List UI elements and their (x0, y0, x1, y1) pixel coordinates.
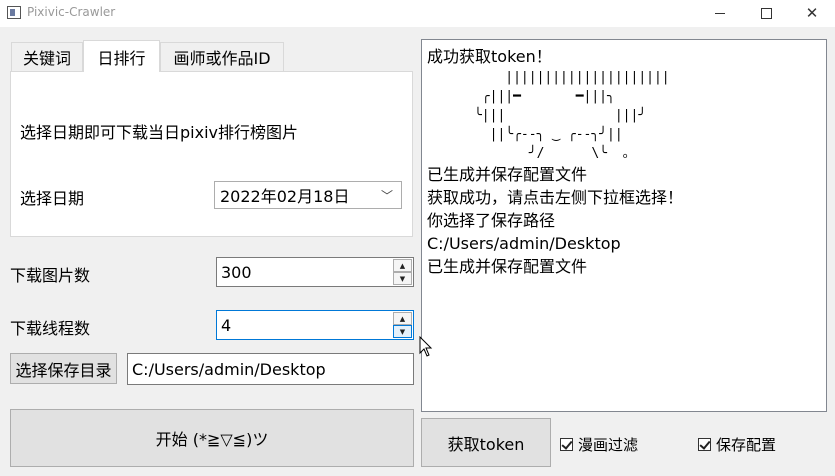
thread-count-label: 下载线程数 (10, 319, 91, 338)
decrement-button[interactable]: ▼ (393, 272, 412, 285)
log-line: 你选择了保存路径 (427, 211, 556, 230)
increment-button[interactable]: ▲ (393, 259, 412, 272)
maximize-button[interactable] (743, 0, 789, 27)
chevron-down-icon: ﹀ (380, 189, 393, 203)
window-title: Pixivic-Crawler (27, 5, 116, 19)
checkbox-checked-icon (560, 438, 573, 451)
log-line: C:/Users/admin/Desktop (427, 234, 621, 253)
tab-daily-ranking[interactable]: 日排行 (83, 40, 160, 72)
increment-button[interactable]: ▲ (393, 312, 412, 325)
manga-filter-checkbox[interactable]: 漫画过滤 (560, 434, 638, 455)
checkbox-checked-icon (698, 438, 711, 451)
maximize-icon (760, 8, 772, 19)
image-count-stepper: ▲ ▼ (393, 259, 412, 285)
save-config-checkbox[interactable]: 保存配置 (698, 434, 776, 455)
save-path-value: C:/Users/admin/Desktop (132, 359, 326, 379)
minimize-icon (715, 13, 725, 14)
log-line: 已生成并保存配置文件 (427, 165, 588, 184)
get-token-button[interactable]: 获取token (421, 418, 551, 467)
minimize-button[interactable] (697, 0, 743, 27)
image-count-value: 300 (221, 262, 252, 282)
ascii-art: ||||||||||||||||||||| ╭|||━ ━|||╮ ╰||| |… (473, 70, 670, 161)
panel-description: 选择日期即可下载当日pixiv排行榜图片 (20, 123, 298, 142)
mouse-cursor-icon (419, 336, 433, 357)
thread-count-spinbox[interactable]: 4 ▲ ▼ (216, 310, 414, 340)
date-label: 选择日期 (20, 189, 85, 208)
log-line: 获取成功，请点击左侧下拉框选择！ (427, 188, 684, 207)
log-line: 已生成并保存配置文件 (427, 257, 588, 276)
image-count-label: 下载图片数 (10, 266, 91, 285)
thread-count-value: 4 (221, 315, 232, 335)
close-icon: ✕ (805, 4, 819, 22)
close-button[interactable]: ✕ (789, 0, 835, 27)
tab-artist-or-work-id[interactable]: 画师或作品ID (160, 42, 284, 71)
choose-save-dir-button[interactable]: 选择保存目录 (10, 353, 117, 384)
decrement-button[interactable]: ▼ (393, 325, 412, 338)
save-path-input[interactable]: C:/Users/admin/Desktop (127, 353, 414, 385)
log-line: 成功获取token！ (427, 47, 552, 66)
date-select[interactable]: 2022年02月18日 ﹀ (214, 181, 402, 209)
date-value: 2022年02月18日 (220, 187, 350, 206)
save-config-label: 保存配置 (716, 436, 777, 454)
log-output[interactable]: 成功获取token！ ||||||||||||||||||||| ╭|||━ ━… (421, 39, 827, 412)
manga-filter-label: 漫画过滤 (578, 436, 639, 454)
app-icon (7, 6, 21, 19)
tab-panel (10, 71, 413, 237)
thread-count-stepper: ▲ ▼ (393, 312, 412, 338)
image-count-spinbox[interactable]: 300 ▲ ▼ (216, 257, 414, 287)
start-button[interactable]: 开始 (*≧▽≦)ツ (10, 409, 414, 467)
tab-keyword[interactable]: 关键词 (11, 42, 83, 71)
